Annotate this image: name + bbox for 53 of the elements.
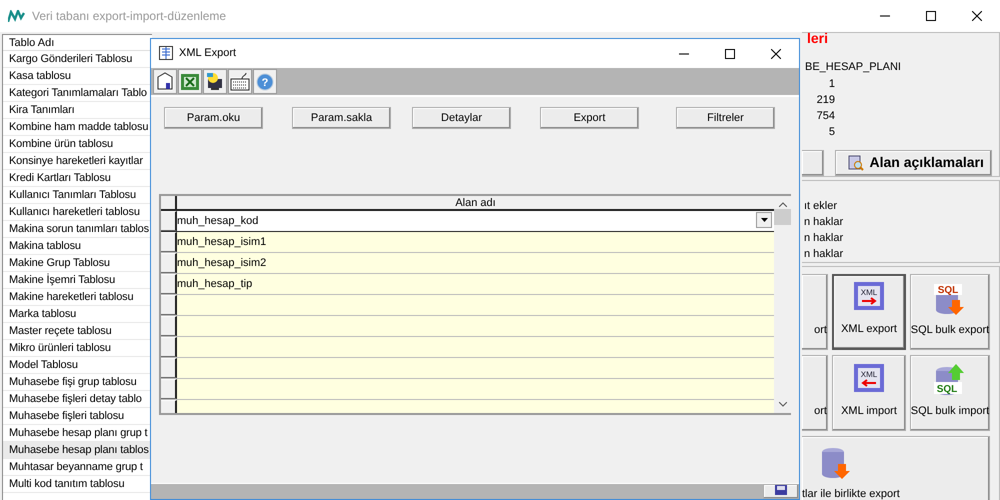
column-header: Tablo Adı (3, 35, 152, 51)
scroll-down-icon[interactable] (778, 402, 786, 407)
action-button[interactable]: tlar ile birlikte export (802, 436, 990, 500)
field-descriptions-button[interactable]: Alan açıklamaları (835, 150, 992, 176)
dialog-button[interactable]: Detaylar (412, 107, 511, 129)
action-button[interactable]: XML XML export (832, 274, 906, 350)
toolbar-button[interactable] (153, 69, 177, 94)
dropdown-field[interactable]: muh_hesap_kod (177, 211, 774, 231)
spreadsheet-icon (180, 72, 200, 92)
dialog-button[interactable]: Param.sakla (292, 107, 391, 129)
maximize-icon[interactable] (926, 11, 936, 21)
keyboard-icon (230, 72, 250, 92)
property-value: 754 (816, 108, 835, 124)
close-icon[interactable] (972, 11, 982, 21)
action-button[interactable]: SQL SQL bulk import (910, 354, 990, 430)
grid-cell: muh_hesap_tip (177, 274, 774, 294)
permission-label: n haklar (803, 246, 844, 262)
database-icon (820, 446, 852, 480)
document-search-icon (848, 154, 864, 170)
save-icon[interactable] (774, 485, 788, 495)
property-value: 1 (828, 76, 835, 92)
permission-label: n haklar (803, 230, 844, 246)
monitor-icon (205, 72, 225, 92)
scrollbar-thumb[interactable] (774, 209, 791, 225)
scroll-up-icon[interactable] (778, 202, 786, 207)
action-button[interactable]: SQL SQL bulk export (910, 274, 990, 350)
button[interactable] (802, 150, 824, 176)
toolbar-button[interactable] (228, 69, 252, 94)
property-value: 5 (828, 124, 835, 140)
dialog-button[interactable]: Filtreler (676, 107, 775, 129)
permission-label: ıt ekler (803, 198, 838, 214)
action-button[interactable]: XML XML import (832, 354, 906, 430)
toolbar-button[interactable] (203, 69, 227, 94)
window-title: Veri tabanı export-import-düzenleme (32, 8, 226, 25)
toolbar-button[interactable] (178, 69, 202, 94)
dialog-title: XML Export (179, 46, 236, 62)
document-icon (159, 46, 173, 60)
property-value: 219 (816, 92, 835, 108)
action-button[interactable]: ort (802, 274, 828, 350)
table-name: BE_HESAP_PLANI (805, 60, 902, 75)
column-header: Alan adı (454, 196, 497, 209)
grid-cell: muh_hesap_isim1 (177, 232, 774, 252)
dialog-button[interactable]: Param.oku (164, 107, 263, 129)
action-button[interactable]: ort (802, 354, 828, 430)
grid-cell: muh_hesap_isim2 (177, 253, 774, 273)
close-icon[interactable] (771, 48, 781, 58)
table-list-item[interactable]: Muhasebe hesap planı tablos (3, 442, 152, 459)
dropdown-arrow-icon[interactable] (760, 218, 768, 222)
dialog-button[interactable]: Export (540, 107, 639, 129)
group-title: leri (807, 31, 830, 45)
app-logo-icon (8, 10, 26, 22)
permission-label: n haklar (803, 214, 844, 230)
maximize-icon[interactable] (725, 48, 735, 58)
